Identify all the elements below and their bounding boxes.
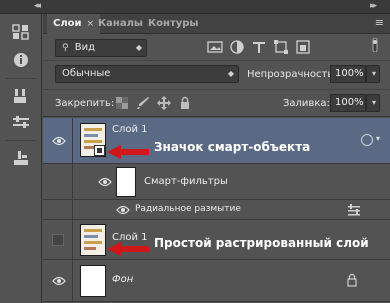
- layer-row-background[interactable]: Фон: [43, 260, 390, 302]
- annotation-smart-object: Значок смарт-объекта: [154, 140, 311, 154]
- eye-icon[interactable]: [116, 205, 130, 215]
- smart-filters-label: Смарт-фильтры: [144, 176, 228, 187]
- panel-menu-icon[interactable]: ≡: [375, 16, 384, 29]
- tab-channels[interactable]: Каналы: [92, 14, 149, 34]
- visibility-cell[interactable]: [43, 220, 73, 259]
- smart-filter-mask-thumbnail: [116, 167, 136, 197]
- blend-mode-label: Обычные: [62, 68, 111, 79]
- brush-presets-icon[interactable]: [10, 86, 32, 106]
- filter-kind-label: Вид: [74, 42, 96, 53]
- opacity-slider-button[interactable]: ▾: [366, 65, 380, 83]
- filter-name[interactable]: Радиальное размытие: [135, 204, 241, 214]
- fill-input[interactable]: 100%: [330, 94, 366, 112]
- layer-thumbnail: [80, 123, 106, 157]
- lock-transparent-pixels-icon[interactable]: [115, 96, 129, 110]
- properties-panel-icon[interactable]: [10, 50, 32, 70]
- text-filter-icon[interactable]: [251, 40, 267, 54]
- panel-dock-strip: [0, 14, 42, 303]
- visibility-cell[interactable]: [43, 118, 73, 163]
- lock-icon: [346, 273, 358, 287]
- blend-mode-dropdown[interactable]: Обычные ◆: [55, 65, 239, 83]
- lock-position-icon[interactable]: [157, 96, 171, 110]
- filter-entry-row[interactable]: Радиальное размытие: [43, 200, 390, 220]
- layer-comps-icon[interactable]: [10, 148, 32, 168]
- annotation-raster-layer: Простой растрированный слой: [154, 236, 369, 250]
- opacity-input[interactable]: 100%: [330, 65, 366, 83]
- lock-label: Закрепить:: [55, 98, 115, 109]
- annotation-arrow: [107, 145, 149, 159]
- panel-tabs: Слои × Каналы Контуры ≡: [43, 14, 390, 34]
- eye-icon[interactable]: [98, 177, 112, 187]
- visibility-cell[interactable]: [43, 260, 73, 301]
- chevron-down-icon: ◆: [135, 43, 142, 52]
- filter-blending-options-icon[interactable]: [347, 204, 361, 216]
- fill-label: Заливка:: [283, 98, 330, 109]
- visibility-cell[interactable]: [43, 200, 73, 219]
- tab-paths[interactable]: Контуры: [142, 14, 204, 34]
- smart-object-badge-icon: [94, 145, 105, 156]
- chevron-down-icon: ▾: [371, 98, 376, 107]
- annotation-arrow: [107, 242, 149, 256]
- collapse-left-icon[interactable]: ◂◂: [34, 1, 41, 11]
- layer-style-icon[interactable]: [361, 134, 373, 146]
- fill-slider-button[interactable]: ▾: [366, 94, 380, 112]
- layers-panel: Слои × Каналы Контуры ≡ ⚲ Вид ◆ Обычные …: [43, 14, 390, 303]
- filter-row: ⚲ Вид ◆: [43, 36, 390, 60]
- lock-image-pixels-icon[interactable]: [136, 96, 150, 110]
- layer-thumbnail: [80, 224, 106, 256]
- lock-all-icon[interactable]: [178, 96, 192, 110]
- smart-object-filter-icon[interactable]: [295, 40, 311, 54]
- panel-topbar: ◂◂ ▸▸: [0, 0, 390, 14]
- tab-layers-label: Слои: [53, 18, 82, 29]
- layer-name[interactable]: Фон: [112, 274, 133, 285]
- opacity-label: Непрозрачность:: [247, 69, 337, 80]
- layer-style-arrow-icon[interactable]: ▾: [376, 134, 380, 143]
- chevron-down-icon: ◆: [227, 69, 234, 78]
- filter-kind-dropdown[interactable]: ⚲ Вид ◆: [55, 39, 147, 57]
- shape-filter-icon[interactable]: [273, 40, 289, 54]
- visibility-off-box[interactable]: [52, 234, 64, 246]
- layer-name[interactable]: Слой 1: [112, 124, 148, 135]
- layer-thumbnail: [80, 265, 106, 297]
- visibility-cell[interactable]: [43, 164, 73, 199]
- history-panel-icon[interactable]: [10, 22, 32, 42]
- search-icon: ⚲: [62, 43, 69, 53]
- eye-icon[interactable]: [52, 276, 66, 286]
- adjustment-filter-icon[interactable]: [229, 40, 245, 54]
- smart-filters-row[interactable]: Смарт-фильтры: [43, 164, 390, 200]
- collapse-right-icon[interactable]: ▸▸: [370, 1, 377, 11]
- adjustments-panel-icon[interactable]: [10, 112, 32, 132]
- chevron-down-icon: ▾: [371, 69, 376, 78]
- image-filter-icon[interactable]: [207, 40, 223, 54]
- filter-toggle-icon[interactable]: [367, 37, 383, 53]
- eye-icon[interactable]: [52, 136, 66, 146]
